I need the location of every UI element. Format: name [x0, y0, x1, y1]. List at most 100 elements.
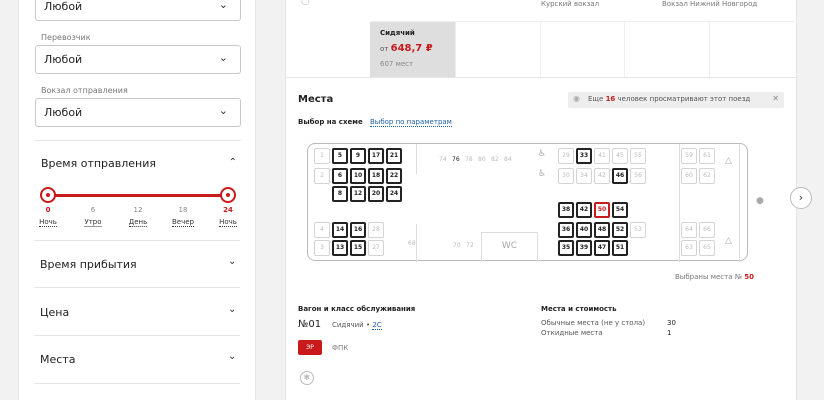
carrier-value: Любой	[44, 53, 83, 66]
viewers-prefix: Еще	[588, 95, 604, 103]
seat-51[interactable]: 51	[612, 240, 628, 256]
seat-36[interactable]: 36	[558, 222, 574, 238]
car-class-code-link[interactable]: 2С	[372, 321, 382, 330]
chevron-down-icon: ⌄	[218, 0, 228, 11]
seat-16[interactable]: 16	[350, 222, 366, 238]
from-station: Курский вокзал	[541, 0, 600, 8]
seat-53: 53	[630, 222, 646, 238]
selected-seat-number: 50	[744, 273, 755, 281]
places-section[interactable]: Места	[40, 353, 75, 366]
carrier-name: ФПК	[332, 344, 349, 352]
period-evening-link[interactable]: Вечер	[172, 218, 194, 227]
seat-45: 45	[612, 148, 628, 164]
tick-label: 6	[90, 206, 96, 214]
selected-prefix: Выбраны места №	[675, 273, 743, 281]
seat-47[interactable]: 47	[594, 240, 610, 256]
arrival-time-section[interactable]: Время прибытия	[40, 258, 137, 271]
tab-params[interactable]: Выбор по параметрам	[370, 118, 452, 127]
chevron-up-icon[interactable]: ⌃	[229, 157, 237, 168]
station-value: Любой	[44, 106, 83, 119]
period-morning-link[interactable]: Утро	[84, 218, 102, 227]
station-label: Вокзал отправления	[41, 86, 128, 95]
class-card-seated[interactable]: Сидячий от 648,7 ₽ 607 мест	[370, 22, 456, 78]
period-day-link[interactable]: День	[128, 218, 148, 227]
seat-13[interactable]: 13	[332, 240, 348, 256]
train-details-panel: ○ Курский вокзал Вокзал Нижний Новгород …	[285, 0, 812, 400]
price-section[interactable]: Цена	[40, 306, 69, 319]
seat-42: 42	[594, 168, 610, 184]
divider	[34, 383, 240, 384]
seat-12[interactable]: 12	[350, 186, 366, 202]
seat-30: 30	[558, 168, 574, 184]
seat-1: 1	[314, 148, 330, 164]
seat-5[interactable]: 5	[332, 148, 348, 164]
seat-6[interactable]: 6	[332, 168, 348, 184]
seat-34: 34	[576, 168, 592, 184]
price-prefix: от	[380, 45, 389, 53]
viewers-suffix: человек просматривают этот поезд	[617, 95, 751, 103]
seat-4: 4	[314, 222, 330, 238]
tick-label: 18	[178, 206, 188, 214]
car-partition	[679, 144, 680, 262]
time-range-start-handle[interactable]	[40, 187, 56, 203]
seat-41: 41	[594, 148, 610, 164]
seat-33[interactable]: 33	[576, 148, 592, 164]
price-row-value: 1	[667, 329, 672, 337]
time-range-track[interactable]	[47, 194, 229, 197]
seat-17[interactable]: 17	[368, 148, 384, 164]
wc-label: WC	[481, 232, 538, 262]
car-partition	[739, 144, 740, 262]
seat-10[interactable]: 10	[350, 168, 366, 184]
seat-22[interactable]: 22	[386, 168, 402, 184]
period-night-link[interactable]: Ночь	[39, 218, 57, 227]
radio-icon[interactable]: ○	[301, 0, 310, 7]
seat-24[interactable]: 24	[386, 186, 402, 202]
seat-20[interactable]: 20	[368, 186, 384, 202]
seat-48[interactable]: 48	[594, 222, 610, 238]
seat-39[interactable]: 39	[576, 240, 592, 256]
car-info-title: Вагон и класс обслуживания	[298, 305, 416, 313]
seat-82: 82	[491, 156, 499, 163]
tab-scheme[interactable]: Выбор на схеме	[298, 118, 363, 126]
eye-icon: ◉	[573, 94, 580, 103]
seat-52[interactable]: 52	[612, 222, 628, 238]
period-night-late-link[interactable]: Ночь	[219, 218, 237, 227]
time-range-end-handle[interactable]	[220, 187, 236, 203]
seat-61: 61	[699, 148, 715, 164]
seat-63: 63	[681, 240, 697, 256]
seat-46[interactable]: 46	[612, 168, 628, 184]
seat-42[interactable]: 42	[576, 202, 592, 218]
carrier-select[interactable]: Любой ⌄	[35, 45, 241, 74]
seat-54[interactable]: 54	[612, 202, 628, 218]
close-icon[interactable]: ✕	[772, 94, 779, 103]
prices-title: Места и стоимость	[541, 305, 617, 313]
places-title: Места	[298, 94, 334, 105]
seat-21[interactable]: 21	[386, 148, 402, 164]
car-number: №01	[298, 319, 322, 330]
class-cell-empty	[541, 22, 625, 78]
seat-35[interactable]: 35	[558, 240, 574, 256]
seat-65: 65	[699, 240, 715, 256]
seat-15[interactable]: 15	[350, 240, 366, 256]
class-cell-empty	[625, 22, 710, 78]
tick-label: 12	[133, 206, 143, 214]
seat-40[interactable]: 40	[576, 222, 592, 238]
seat-28: 28	[368, 222, 384, 238]
top-select[interactable]: Любой ⌄	[35, 0, 241, 21]
divider	[35, 140, 241, 141]
seat-38[interactable]: 38	[558, 202, 574, 218]
next-car-button[interactable]: ›	[790, 187, 812, 209]
viewers-count: 16	[605, 95, 616, 103]
departure-time-title[interactable]: Время отправления	[41, 157, 156, 170]
seat-74: 74	[439, 156, 447, 163]
station-select[interactable]: Любой ⌄	[35, 98, 241, 127]
viewers-notice: ◉ Еще 16 человек просматривают этот поез…	[568, 92, 784, 108]
seat-14[interactable]: 14	[332, 222, 348, 238]
seat-50[interactable]: 50	[594, 202, 610, 218]
seat-18[interactable]: 18	[368, 168, 384, 184]
chevron-down-icon: ⌄	[218, 104, 228, 117]
price-row-label: Откидные места	[541, 329, 603, 337]
seat-76[interactable]: 76	[452, 156, 460, 163]
seat-9[interactable]: 9	[350, 148, 366, 164]
seat-8[interactable]: 8	[332, 186, 348, 202]
